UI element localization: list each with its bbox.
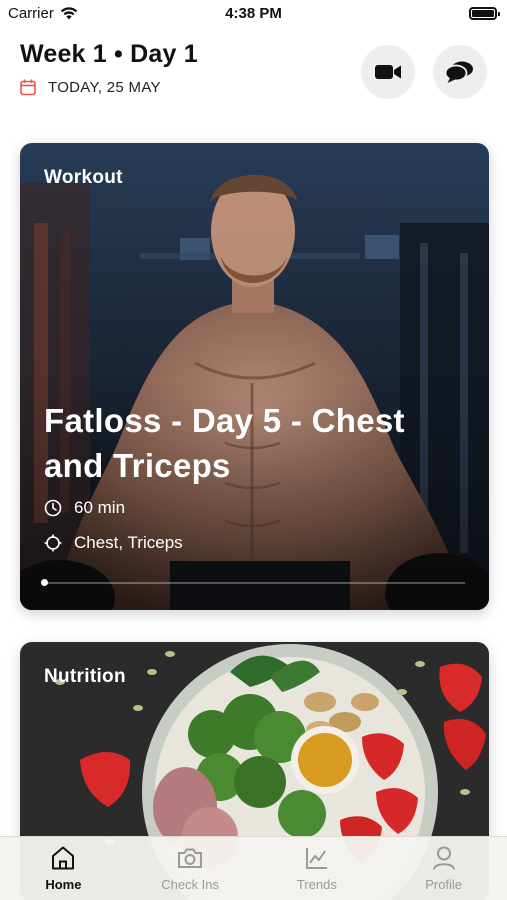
muscles-label: Chest, Triceps <box>74 533 183 552</box>
clock-icon <box>44 499 62 517</box>
status-time: 4:38 PM <box>225 5 282 22</box>
workout-title: Fatloss - Day 5 - Chest and Triceps <box>44 402 405 484</box>
video-camera-icon <box>375 65 401 79</box>
tab-profile[interactable]: Profile <box>380 837 507 900</box>
calendar-icon <box>20 79 36 96</box>
header: Week 1 • Day 1 TODAY, 25 MAY <box>20 40 487 110</box>
profile-icon <box>432 846 455 870</box>
workout-progress-track[interactable] <box>41 579 465 586</box>
status-bar: Carrier 4:38 PM <box>0 0 507 28</box>
workout-card-label: Workout <box>44 167 123 188</box>
workout-progress-indicator[interactable] <box>41 579 48 586</box>
tab-profile-label: Profile <box>425 877 463 892</box>
chat-button[interactable] <box>433 45 487 99</box>
tab-check-ins-label: Check Ins <box>161 877 220 892</box>
camera-icon <box>178 848 203 868</box>
battery-icon <box>469 7 500 20</box>
bottom-tab-bar: Home Check Ins Trends Profile <box>0 836 507 900</box>
home-icon <box>52 846 75 870</box>
nutrition-card-label: Nutrition <box>44 666 126 687</box>
date-label: TODAY, 25 MAY <box>48 79 161 96</box>
duration-label: 60 min <box>74 498 126 517</box>
tab-home[interactable]: Home <box>0 837 127 900</box>
page-title: Week 1 • Day 1 <box>20 40 198 68</box>
workout-duration: 60 min <box>44 498 125 518</box>
workout-card[interactable]: Workout Fatloss - Day 5 - Chest and Tric… <box>20 143 489 610</box>
chat-bubbles-icon <box>445 61 473 83</box>
tab-trends[interactable]: Trends <box>254 837 381 900</box>
chart-icon <box>305 848 327 869</box>
target-icon <box>44 534 62 552</box>
tab-trends-label: Trends <box>296 877 337 892</box>
tab-home-label: Home <box>45 877 82 892</box>
tab-check-ins[interactable]: Check Ins <box>127 837 254 900</box>
video-call-button[interactable] <box>361 45 415 99</box>
date-row: TODAY, 25 MAY <box>20 79 487 96</box>
workout-muscle-groups: Chest, Triceps <box>44 533 183 553</box>
